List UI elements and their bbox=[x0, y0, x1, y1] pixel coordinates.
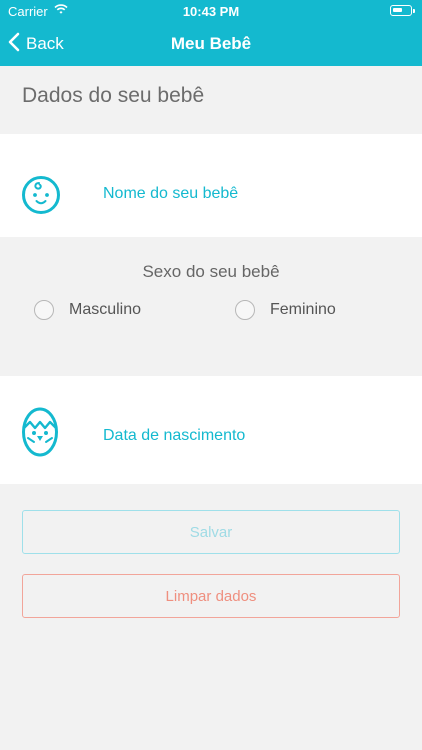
baby-name-label: Nome do seu bebê bbox=[103, 185, 239, 202]
sex-option-masculino[interactable]: Masculino bbox=[34, 300, 141, 320]
section-title: Dados do seu bebê bbox=[22, 84, 205, 107]
status-bar: Carrier 10:43 PM bbox=[0, 0, 422, 22]
hatching-egg-icon bbox=[20, 398, 60, 465]
battery-icon bbox=[390, 5, 415, 16]
birth-date-card[interactable]: Data de nascimento bbox=[0, 376, 422, 484]
clear-data-button[interactable]: Limpar dados bbox=[22, 574, 400, 618]
status-time: 10:43 PM bbox=[182, 4, 240, 19]
sex-option-feminino[interactable]: Feminino bbox=[235, 300, 336, 320]
save-button[interactable]: Salvar bbox=[22, 510, 400, 554]
radio-button[interactable] bbox=[34, 300, 54, 320]
radio-button[interactable] bbox=[235, 300, 255, 320]
baby-face-icon bbox=[20, 174, 62, 221]
baby-name-card[interactable]: Nome do seu bebê bbox=[0, 134, 422, 237]
navigation-bar: Back Meu Bebê bbox=[0, 22, 422, 66]
birth-date-label: Data de nascimento bbox=[103, 427, 246, 444]
sex-title: Sexo do seu bebê bbox=[142, 262, 280, 281]
page-title: Meu Bebê bbox=[170, 34, 252, 53]
radio-label-feminino: Feminino bbox=[270, 301, 336, 318]
radio-label-masculino: Masculino bbox=[69, 301, 142, 318]
